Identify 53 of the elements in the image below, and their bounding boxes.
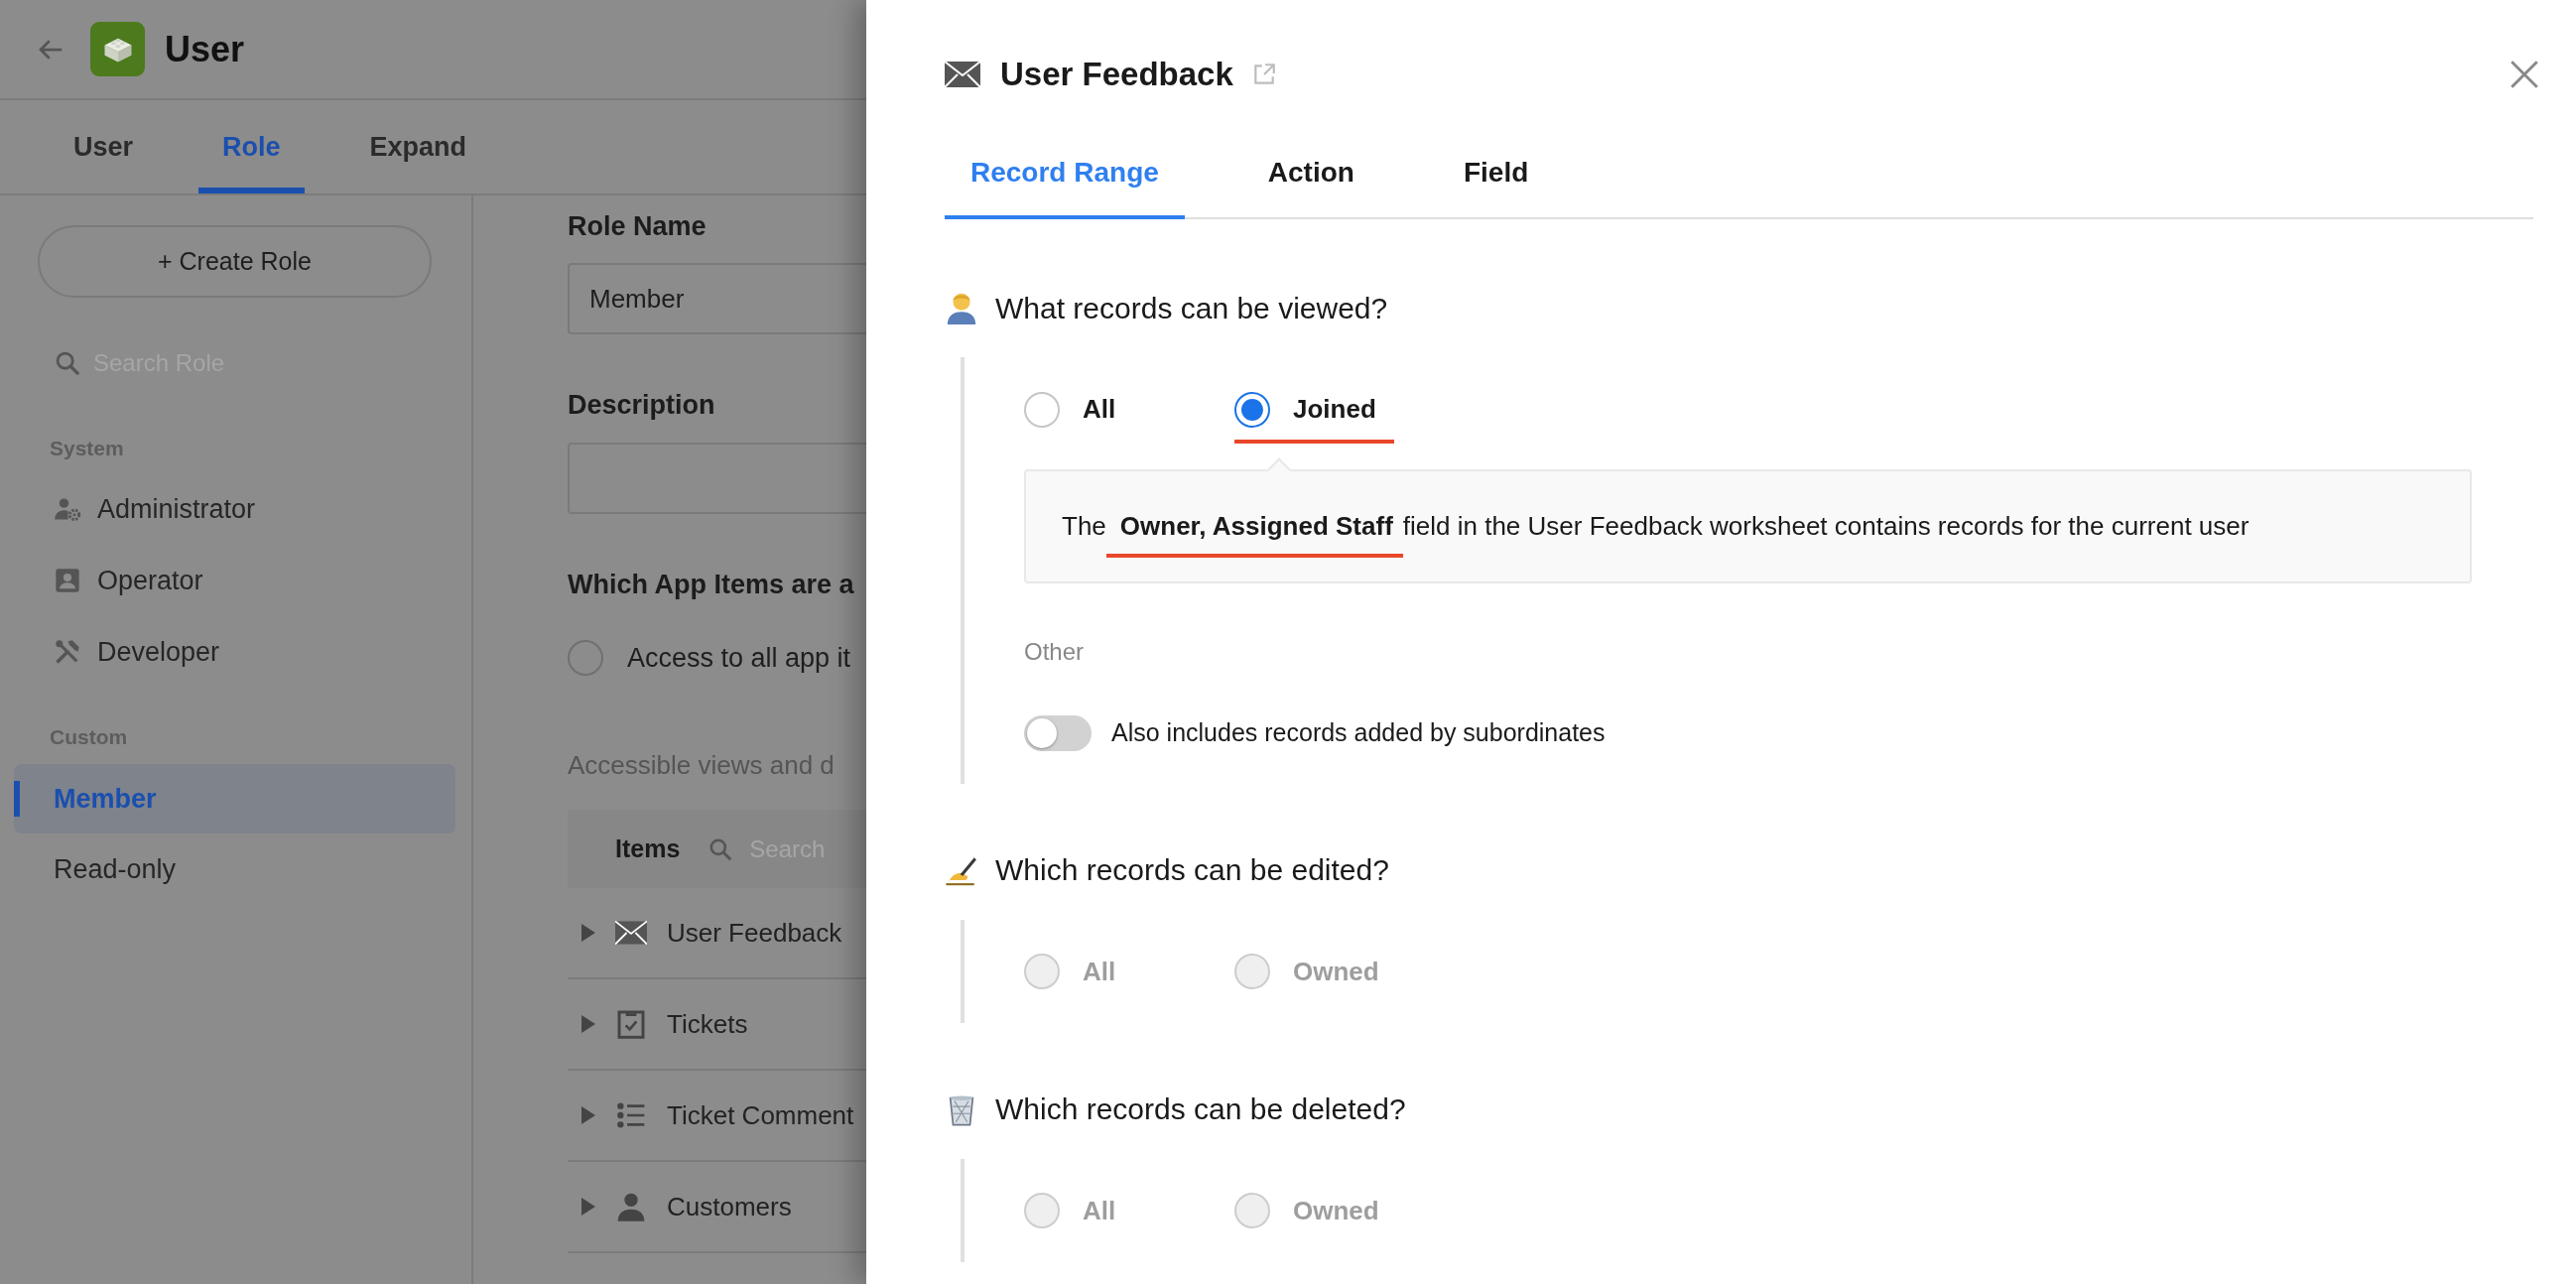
sidebar-item[interactable]: Developer: [14, 616, 455, 688]
question-text: Which records can be deleted?: [995, 1091, 1406, 1127]
tab[interactable]: Expand: [345, 100, 491, 193]
section-heading: Which App Items are a: [568, 569, 855, 601]
field-label: Description: [568, 389, 716, 422]
radio-button[interactable]: [568, 640, 603, 676]
column-heading: Items: [615, 833, 681, 864]
group-label: Other: [1024, 637, 1086, 667]
item-name: Ticket Comment: [667, 1098, 854, 1132]
item-name: Tickets: [667, 1007, 748, 1041]
close-button[interactable]: [2508, 58, 2541, 91]
tab[interactable]: Field: [1437, 134, 1555, 219]
question-text: What records can be viewed?: [995, 290, 1388, 326]
app-title: User: [165, 27, 245, 71]
create-role-button[interactable]: + Create Role: [38, 225, 432, 298]
person-icon: [945, 291, 978, 324]
radio-button[interactable]: [1234, 391, 1270, 428]
radio-button[interactable]: [1024, 391, 1060, 428]
info-text: The Owner, Assigned Staff field in the User Feedback worksheet contains records for the current user: [1062, 495, 2250, 558]
item-label: Operator: [97, 564, 203, 597]
item-name: User Feedback: [667, 916, 842, 950]
expand-caret-icon[interactable]: [581, 1015, 595, 1033]
tab[interactable]: Action: [1241, 134, 1380, 219]
sidebar-item[interactable]: Read-only: [14, 834, 455, 905]
toggle-switch[interactable]: [1024, 714, 1092, 751]
tools-icon: [54, 638, 81, 666]
description-field[interactable]: [568, 443, 866, 514]
person-icon: [615, 1191, 647, 1222]
clipboard-check-icon: [615, 1008, 647, 1040]
contact-card-icon: [54, 567, 81, 594]
item-label: Developer: [97, 635, 220, 669]
list-icon: [615, 1099, 647, 1131]
tab[interactable]: Role: [198, 100, 305, 193]
tab[interactable]: User: [50, 100, 158, 193]
field-label: Role Name: [568, 210, 708, 243]
toggle-label: Also includes records added by subordinates: [1111, 717, 1606, 748]
radio-label: Access to all app it: [627, 641, 851, 675]
sidebar-item[interactable]: Operator: [14, 545, 455, 616]
drawer-title: User Feedback: [1000, 55, 1233, 95]
search-icon: [54, 349, 81, 377]
envelope-icon: [945, 62, 980, 87]
role-name-field[interactable]: Member: [568, 263, 866, 334]
radio-option[interactable]: All: [1024, 390, 1234, 429]
radio-option[interactable]: Joined: [1234, 390, 1394, 444]
app-icon: [90, 22, 145, 76]
expand-caret-icon[interactable]: [581, 1198, 595, 1216]
expand-caret-icon[interactable]: [581, 1106, 595, 1124]
tab[interactable]: Record Range: [945, 134, 1185, 219]
item-name: Customers: [667, 1190, 792, 1223]
sidebar-item[interactable]: Administrator: [14, 473, 455, 545]
expand-caret-icon[interactable]: [581, 924, 595, 942]
question-text: Which records can be edited?: [995, 852, 1389, 888]
item-label: Administrator: [97, 492, 256, 526]
